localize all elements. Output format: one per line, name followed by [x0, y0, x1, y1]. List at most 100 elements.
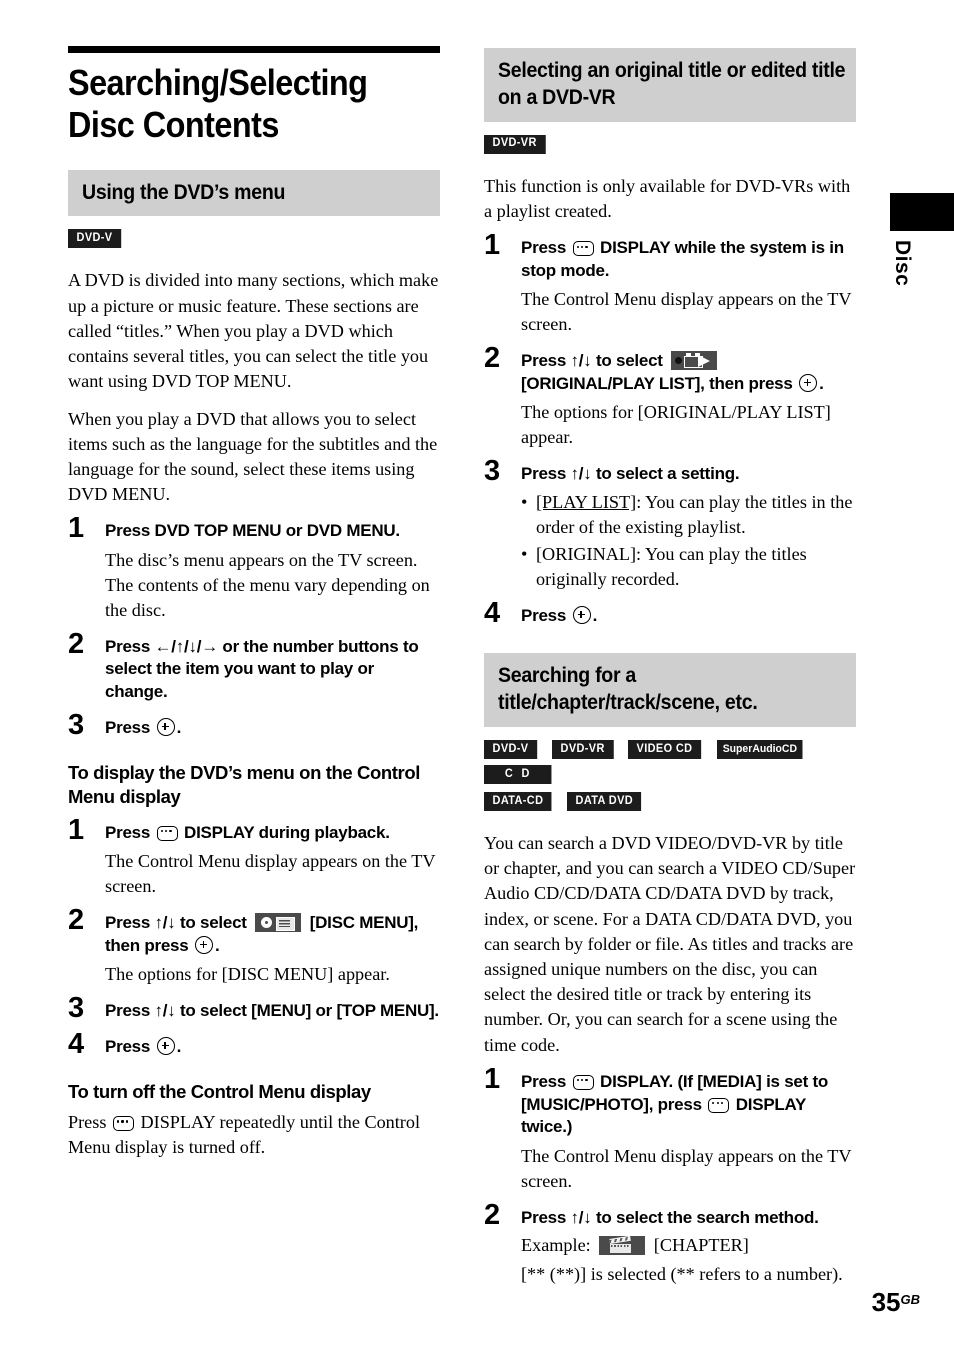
step-number: 2	[484, 1198, 501, 1231]
display-button-icon	[112, 1116, 134, 1132]
section-header-label: Searching for a title/chapter/track/scen…	[498, 664, 758, 715]
step-text-prefix: Press	[105, 1036, 151, 1056]
display-button-icon	[156, 825, 178, 841]
step-instruction: Press ←/↑/↓/→ or the number buttons to s…	[105, 636, 419, 701]
section-header-using-dvd-menu: Using the DVD’s menu	[68, 169, 440, 217]
step-instruction: Press DISPLAY. (If [MEDIA] is set to [MU…	[521, 1071, 856, 1139]
section-header-label: Using the DVD’s menu	[82, 180, 286, 204]
step-item: 3 Press .	[68, 710, 440, 740]
step-number: 1	[484, 1062, 501, 1095]
section-header-label: Selecting an original title or edited ti…	[498, 59, 846, 109]
step-instruction: Press ↑/↓ to select [DISC MENU], then pr…	[105, 912, 440, 957]
dvdvr-intro-paragraph: This function is only available for DVD-…	[484, 175, 851, 221]
disc-badges-dvd-vr: DVD-VR	[484, 134, 856, 160]
step-result: The options for [DISC MENU] appear.	[105, 964, 390, 985]
side-thumb-label: Disc	[891, 240, 914, 287]
step-instruction: Press DVD TOP MENU or DVD MENU.	[105, 521, 400, 541]
disc-menu-icon	[255, 913, 302, 932]
step-instruction: Press ↑/↓ to select [ORIGINAL/PLAY LIST]…	[521, 350, 856, 395]
disc-badges-dvd-v: DVD-V	[68, 229, 440, 254]
chapter-title: Searching/Selecting Disc Contents	[68, 62, 368, 145]
step-number: 3	[68, 708, 85, 741]
step-number: 2	[68, 904, 85, 936]
display-button-icon	[572, 1074, 594, 1090]
step-item: 2 Press ←/↑/↓/→ or the number buttons to…	[68, 629, 440, 704]
step-note: [** (**)] is selected (** refers to a nu…	[521, 1264, 843, 1285]
list-item: [PLAY LIST]: You can play the titles in …	[521, 490, 856, 540]
step-number: 2	[484, 342, 501, 375]
step-example: Example: [CHAPTER]	[521, 1233, 856, 1258]
disc-badge: SuperAudioCD	[717, 740, 803, 759]
page-region-code: GB	[900, 1292, 921, 1307]
disc-badge: DVD-VR	[551, 740, 614, 760]
step-result: The Control Menu display appears on the …	[521, 289, 852, 335]
disc-badges-search-row2: DATA-CD DATA DVD	[484, 792, 856, 817]
step-number: 1	[484, 229, 501, 262]
subsection-heading-turn-off: To turn off the Control Menu display	[68, 1081, 371, 1103]
step-text-prefix: Press	[521, 1071, 567, 1091]
step-instruction: Press ↑/↓ to select the search method.	[521, 1207, 819, 1227]
enter-button-icon	[194, 935, 213, 954]
step-instruction: Press DISPLAY during playback.	[105, 822, 440, 845]
enter-button-icon	[799, 373, 818, 392]
subsection-heading-display-menu: To display the DVD’s menu on the Control…	[68, 762, 420, 807]
example-label: Example:	[521, 1235, 591, 1256]
step-item: 2 Press ↑/↓ to select the search method.…	[484, 1200, 856, 1287]
step-number: 3	[484, 455, 501, 488]
step-text-prefix: Press ↑/↓ to select	[105, 913, 247, 932]
example-value: [CHAPTER]	[653, 1235, 749, 1256]
left-column: Searching/Selecting Disc Contents Using …	[68, 0, 440, 1160]
step-result: The disc’s menu appears on the TV screen…	[105, 549, 430, 620]
option-label: [PLAY LIST]	[536, 491, 637, 512]
step-number: 2	[68, 627, 85, 660]
step-number: 4	[68, 1027, 85, 1060]
step-number: 4	[484, 596, 501, 629]
chapter-rule	[68, 46, 440, 53]
step-instruction: Press ↑/↓ to select a setting.	[521, 464, 740, 484]
disc-badges-search-row1: DVD-V DVD-VR VIDEO CD SuperAudioCD C D	[484, 740, 856, 790]
intro-paragraph-2: When you play a DVD that allows you to s…	[68, 408, 438, 505]
section-header-searching-title-chapter: Searching for a title/chapter/track/scen…	[484, 653, 856, 728]
enter-button-icon	[572, 605, 591, 624]
step-item: 3 Press ↑/↓ to select a setting. [PLAY L…	[484, 457, 856, 592]
step-instruction: Press ↑/↓ to select [MENU] or [TOP MENU]…	[105, 1001, 439, 1021]
disc-badge: DVD-V	[68, 229, 121, 249]
step-number: 3	[68, 992, 85, 1025]
list-item: [ORIGINAL]: You can play the titles orig…	[521, 542, 856, 592]
step-item: 1 Press DVD TOP MENU or DVD MENU. The di…	[68, 514, 440, 622]
search-intro-paragraph: You can search a DVD VIDEO/DVD-VR by tit…	[484, 833, 856, 1055]
option-label: [ORIGINAL]	[536, 543, 637, 564]
step-text-suffix: .	[819, 373, 824, 393]
step-item: 4 Press .	[484, 598, 856, 628]
step-instruction: Press .	[105, 1036, 440, 1059]
display-button-icon	[708, 1097, 730, 1113]
step-text-middle: [ORIGINAL/PLAY LIST], then press	[521, 373, 793, 393]
disc-badge: DVD-VR	[484, 134, 546, 154]
original-playlist-icon	[671, 351, 718, 371]
section-header-select-original-title: Selecting an original title or edited ti…	[484, 48, 856, 122]
step-item: 3 Press ↑/↓ to select [MENU] or [TOP MEN…	[68, 994, 440, 1023]
disc-badge: C D	[484, 765, 552, 785]
step-instruction: Press .	[521, 605, 856, 628]
step-instruction: Press DISPLAY while the system is in sto…	[521, 237, 856, 282]
page-number: 35GB	[872, 1287, 920, 1318]
enter-button-icon	[156, 717, 175, 736]
turn-off-paragraph: Press DISPLAY repeatedly until the Contr…	[68, 1110, 440, 1160]
disc-badge: DATA-CD	[484, 792, 552, 812]
step-number: 1	[68, 512, 85, 545]
intro-paragraph-1: A DVD is divided into many sections, whi…	[68, 270, 439, 392]
step-item: 2 Press ↑/↓ to select [ORIGINAL/PLAY LIS…	[484, 344, 856, 450]
step-text-suffix: .	[176, 717, 182, 737]
step-result: The options for [ORIGINAL/PLAY LIST] app…	[521, 402, 831, 448]
disc-badge: DATA DVD	[567, 792, 643, 812]
setting-options-list: [PLAY LIST]: You can play the titles in …	[521, 490, 856, 592]
step-item: 2 Press ↑/↓ to select [DISC MENU], then …	[68, 906, 440, 987]
step-number: 1	[68, 813, 85, 846]
step-text-prefix: Press	[105, 717, 151, 737]
enter-button-icon	[156, 1036, 175, 1055]
step-text-suffix: .	[592, 605, 598, 625]
step-text-prefix: Press	[521, 238, 567, 258]
turn-off-text-prefix: Press	[68, 1112, 107, 1133]
step-item: 1 Press DISPLAY while the system is in s…	[484, 231, 856, 337]
step-text-prefix: Press ↑/↓ to select	[521, 351, 663, 371]
